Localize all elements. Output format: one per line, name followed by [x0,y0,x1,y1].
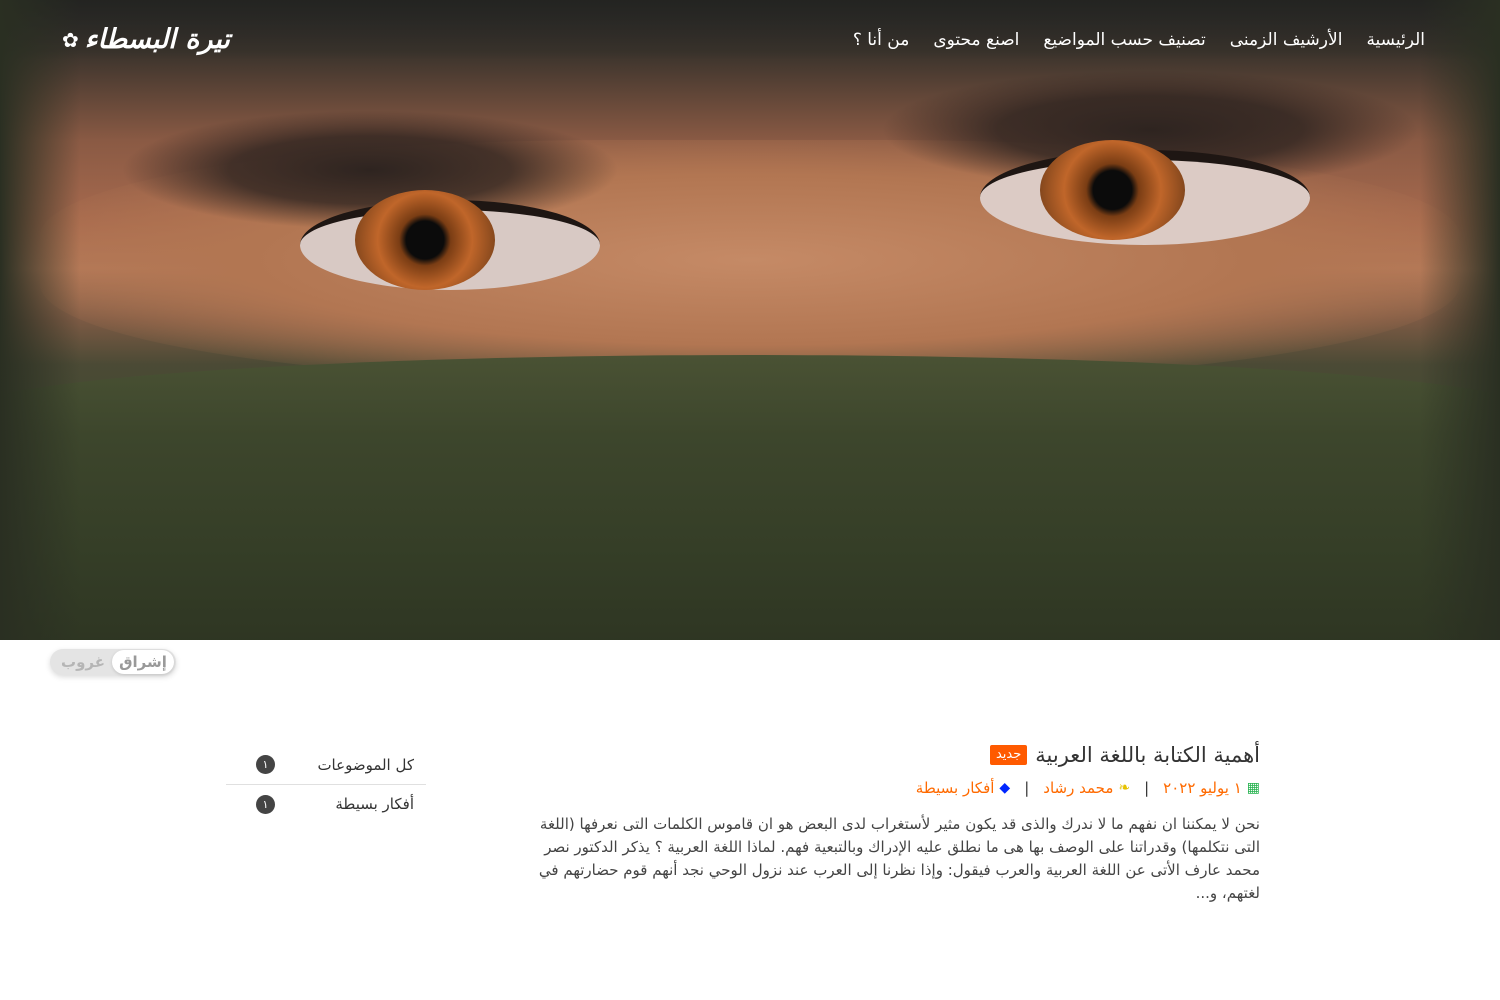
nav-archive[interactable]: الأرشيف الزمنى [1230,30,1343,50]
post-date: ▦ ١ يوليو ٢٠٢٢ [1163,779,1260,797]
post-author[interactable]: ❧ محمد رشاد [1043,779,1130,797]
post-card: أهمية الكتابة باللغة العربية جديد ▦ ١ يو… [535,743,1260,920]
calendar-icon: ▦ [1246,780,1260,796]
post-title-row: أهمية الكتابة باللغة العربية جديد [535,743,1260,767]
leaf-icon: ❧ [1118,780,1131,796]
post-date-text: ١ يوليو ٢٠٢٢ [1163,779,1242,797]
new-badge: جديد [989,745,1028,765]
site-logo[interactable]: ✿ تيرة البسطاء [62,24,230,55]
post-meta: ▦ ١ يوليو ٢٠٢٢ | ❧ محمد رشاد | ◆ أفكار ب… [535,779,1260,797]
sidebar-item-all-topics[interactable]: كل الموضوعات ١ [226,745,426,784]
nav-about[interactable]: من أنا ؟ [853,30,910,50]
nav-create-content[interactable]: اصنع محتوى [933,30,1019,50]
theme-toggle[interactable]: غروب إشراق [50,649,176,675]
post-author-text: محمد رشاد [1043,779,1114,797]
hero-left-shade [0,0,80,640]
hero-left-iris [355,190,495,290]
nav-categories[interactable]: تصنيف حسب المواضيع [1043,30,1205,50]
count-badge: ١ [256,794,275,814]
post-category[interactable]: ◆ أفكار بسيطة [916,779,1010,797]
theme-option-sunrise[interactable]: إشراق [112,650,174,674]
hero-veil [0,355,1500,640]
sidebar-item-label: أفكار بسيطة [335,795,414,813]
hero-right-shade [1420,0,1500,640]
gear-icon: ✿ [62,27,79,52]
sidebar-item-label: كل الموضوعات [317,755,414,774]
post-excerpt: نحن لا يمكننا ان نفهم ما لا ندرك والذى ق… [538,815,1260,902]
sidebar-item-simple-ideas[interactable]: أفكار بسيطة ١ [226,784,426,823]
nav-home[interactable]: الرئيسية [1366,30,1425,50]
theme-option-sunset[interactable]: غروب [54,649,112,675]
hero-image [0,0,1500,640]
category-sidebar: كل الموضوعات ١ أفكار بسيطة ١ [226,745,426,823]
meta-separator: | [1024,779,1030,797]
count-badge: ١ [256,755,275,774]
site-logo-text: تيرة البسطاء [84,24,230,55]
main-nav: الرئيسية الأرشيف الزمنى تصنيف حسب المواض… [853,30,1425,50]
meta-separator: | [1144,779,1150,797]
tag-icon: ◆ [999,780,1011,796]
post-title[interactable]: أهمية الكتابة باللغة العربية [1035,743,1260,767]
hero-right-iris [1040,140,1185,240]
post-category-text: أفكار بسيطة [915,779,995,797]
